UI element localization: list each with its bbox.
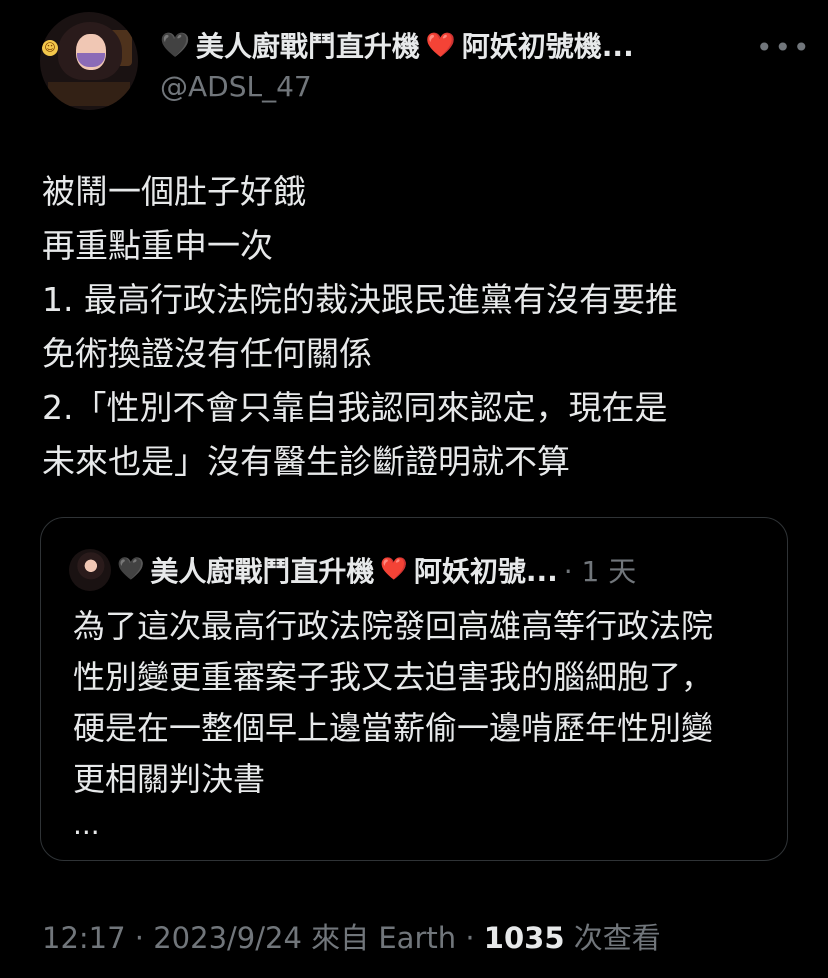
tweet-line: 未來也是」沒有醫生診斷證明就不算 <box>42 442 570 481</box>
quoted-tweet-line: 更相關判決書 <box>73 760 266 798</box>
tweet-line: 再重點重申一次 <box>42 226 273 265</box>
author-name-row[interactable]: 🖤 美人廚戰鬥直升機 ❤️ 阿妖初號機... <box>160 25 634 65</box>
avatar-bg <box>48 82 130 106</box>
quoted-tweet-card[interactable]: 🖤 美人廚戰鬥直升機 ❤️ 阿妖初號... · 1 天 為了這次最高行政法院發回… <box>40 517 788 861</box>
quoted-tweet-line: 為了這次最高行政法院發回高雄高等行政法院 <box>73 607 714 645</box>
author-handle[interactable]: @ADSL_47 <box>160 70 312 103</box>
quoted-tweet-body: 為了這次最高行政法院發回高雄高等行政法院 性別變更重審案子我又去迫害我的腦細胞了… <box>73 601 763 805</box>
author-display-name-suffix[interactable]: 阿妖初號機... <box>462 25 634 65</box>
quoted-author-name: 美人廚戰鬥直升機 <box>150 555 375 588</box>
quoted-author-name-suffix: 阿妖初號... <box>413 555 558 588</box>
black-heart-icon: 🖤 <box>160 31 190 59</box>
more-options-icon[interactable]: ••• <box>756 34 812 62</box>
quoted-tweet-header: 🖤 美人廚戰鬥直升機 ❤️ 阿妖初號... · 1 天 <box>69 549 637 591</box>
quoted-author-avatar <box>69 549 111 591</box>
tweet-line: 被鬧一個肚子好餓 <box>42 172 306 211</box>
tweet-body: 被鬧一個肚子好餓 再重點重申一次 1. 最高行政法院的裁決跟民進黨有沒有要推 免… <box>42 165 782 489</box>
tweet-meta: 12:17 · 2023/9/24 來自 Earth · 1035 次查看 <box>42 915 661 957</box>
red-heart-icon: ❤️ <box>425 31 456 59</box>
author-avatar[interactable]: ☺ <box>40 12 138 110</box>
quoted-tweet-line: 性別變更重審案子我又去迫害我的腦細胞了， <box>73 658 714 696</box>
tweet-line: 免術換證沒有任何關係 <box>42 334 372 373</box>
quoted-tweet-time: · 1 天 <box>563 555 637 588</box>
red-heart-icon: ❤️ <box>380 557 408 582</box>
tweet-timestamp[interactable]: 12:17 · 2023/9/24 來自 Earth · <box>42 921 484 955</box>
tweet-line: 2.「性別不會只靠自我認同來認定，現在是 <box>42 388 668 427</box>
tweet-header: ☺ 🖤 美人廚戰鬥直升機 ❤️ 阿妖初號機... @ADSL_47 ••• <box>40 12 810 112</box>
author-display-name[interactable]: 美人廚戰鬥直升機 <box>196 25 420 65</box>
view-count[interactable]: 1035 <box>484 921 565 955</box>
tweet-line: 1. 最高行政法院的裁決跟民進黨有沒有要推 <box>42 280 678 319</box>
view-count-label: 次查看 <box>564 921 661 955</box>
quoted-tweet-ellipsis: ... <box>73 808 100 841</box>
emoji-sticker-icon: ☺ <box>42 40 58 56</box>
quoted-tweet-line: 硬是在一整個早上邊當薪偷一邊啃歷年性別變 <box>73 709 714 747</box>
black-heart-icon: 🖤 <box>117 557 145 582</box>
